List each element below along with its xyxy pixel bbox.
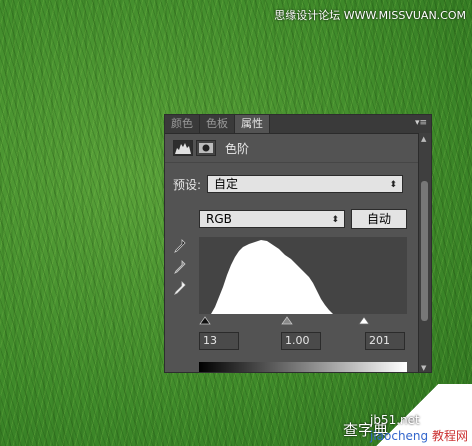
white-point-handle[interactable]	[358, 316, 370, 325]
panel-menu-icon[interactable]: ▾≡	[415, 118, 427, 128]
channel-select[interactable]: RGB ⬍	[199, 210, 345, 228]
scroll-thumb[interactable]	[421, 181, 428, 321]
panel-header: 色阶	[165, 134, 431, 163]
gamma-handle[interactable]	[281, 316, 293, 325]
watermark-site: jb51.net jiaocheng 教程网	[370, 413, 468, 444]
scroll-up-icon[interactable]: ▲	[421, 135, 426, 143]
preset-value: 自定	[214, 177, 239, 191]
tab-swatches[interactable]: 色板	[200, 115, 235, 133]
tab-properties[interactable]: 属性	[235, 115, 270, 133]
scroll-down-icon[interactable]: ▼	[421, 364, 426, 372]
panel-tab-bar: 颜色 色板 属性 ▾≡	[165, 115, 431, 134]
output-gradient-bar	[199, 362, 407, 372]
mask-icon[interactable]	[196, 140, 216, 156]
panel-title: 色阶	[225, 141, 250, 156]
gray-point-eyedropper-icon[interactable]	[174, 260, 186, 274]
watermark-site-domain: jb51.net	[369, 413, 420, 427]
preset-label: 预设:	[173, 177, 202, 192]
black-input-field[interactable]: 13	[199, 332, 239, 350]
chevron-updown-icon: ⬍	[389, 180, 398, 190]
black-point-handle[interactable]	[199, 316, 211, 325]
channel-value: RGB	[206, 212, 232, 226]
watermark-site-name: 教程网	[431, 429, 468, 443]
preset-row: 预设: 自定 ⬍	[173, 175, 404, 193]
levels-icon[interactable]	[173, 140, 193, 156]
auto-button[interactable]: 自动	[351, 209, 407, 229]
black-point-eyedropper-icon[interactable]	[174, 239, 186, 253]
white-point-eyedropper-icon[interactable]	[174, 281, 186, 295]
input-levels-slider[interactable]	[199, 314, 407, 326]
chevron-updown-icon: ⬍	[331, 215, 339, 225]
watermark-top: 思缘设计论坛 WWW.MISSVUAN.COM	[274, 9, 466, 22]
white-input-field[interactable]: 201	[365, 332, 405, 350]
tab-color[interactable]: 颜色	[165, 115, 200, 133]
channel-row: RGB ⬍ 自动	[199, 209, 407, 229]
panel-scrollbar[interactable]: ▲ ▼	[418, 133, 431, 372]
watermark-site-prefix: jiaocheng	[369, 429, 429, 443]
gamma-input-field[interactable]: 1.00	[281, 332, 321, 350]
histogram-curve	[211, 240, 333, 314]
properties-panel: 颜色 色板 属性 ▾≡ 色阶 预设: 自定 ⬍ RGB ⬍ 自动 13 1.00…	[164, 114, 432, 373]
preset-select[interactable]: 自定 ⬍	[207, 175, 404, 193]
histogram	[199, 237, 407, 314]
